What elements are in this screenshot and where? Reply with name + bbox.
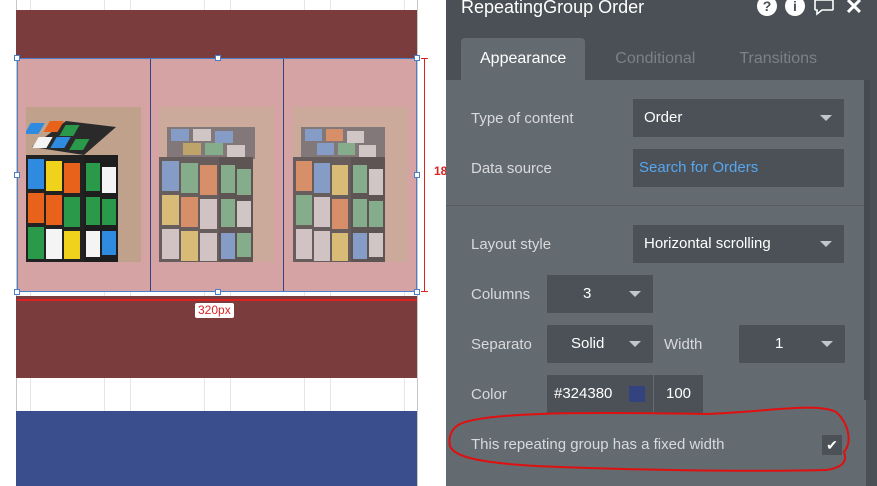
chevron-down-icon bbox=[629, 341, 641, 347]
cell-image[interactable] bbox=[293, 107, 408, 262]
resize-handle-bottom[interactable] bbox=[215, 289, 221, 295]
rubiks-cube-image bbox=[26, 107, 141, 262]
resize-handle-right[interactable] bbox=[414, 172, 420, 178]
height-measure-label: 18 bbox=[434, 164, 446, 178]
group-top-band[interactable] bbox=[16, 10, 417, 58]
resize-handle-bottom-right[interactable] bbox=[414, 289, 420, 295]
separator-style-value: Solid bbox=[571, 335, 605, 352]
chevron-down-icon bbox=[820, 115, 832, 121]
chevron-down-icon bbox=[820, 241, 832, 247]
resize-handle-bottom-left[interactable] bbox=[14, 289, 20, 295]
panel-tabs: Appearance Conditional Transitions bbox=[461, 38, 845, 80]
resize-handle-top-right[interactable] bbox=[414, 55, 420, 61]
info-icon[interactable]: i bbox=[785, 0, 805, 16]
separator-width-value: 1 bbox=[775, 335, 784, 352]
layout-style-value: Horizontal scrolling bbox=[644, 235, 771, 252]
width-measure-line bbox=[17, 299, 417, 301]
color-hex-value: #324380 bbox=[554, 385, 613, 402]
layout-style-dropdown[interactable]: Horizontal scrolling bbox=[633, 225, 844, 263]
panel-title: RepeatingGroup Order bbox=[461, 0, 645, 17]
data-source-field[interactable]: Search for Orders bbox=[633, 149, 844, 187]
type-of-content-label: Type of content bbox=[471, 110, 574, 127]
cell-separator bbox=[283, 59, 284, 291]
separator-width-label: Width bbox=[664, 336, 703, 353]
columns-value: 3 bbox=[583, 285, 592, 302]
resize-handle-top[interactable] bbox=[215, 55, 221, 61]
separator-width-dropdown[interactable]: 1 bbox=[739, 325, 845, 363]
type-of-content-value: Order bbox=[644, 109, 683, 126]
help-icon[interactable]: ? bbox=[757, 0, 777, 16]
checkmark-icon: ✔ bbox=[826, 436, 838, 453]
footer-blue-band[interactable] bbox=[16, 411, 417, 486]
color-opacity-input[interactable]: 100 bbox=[654, 375, 703, 413]
rubiks-cube-image bbox=[293, 107, 408, 262]
page-right-edge bbox=[417, 0, 418, 486]
resize-handle-top-left[interactable] bbox=[14, 55, 20, 61]
panel-header-icons: ? i ✕ bbox=[757, 0, 865, 19]
rubiks-cube-image bbox=[159, 107, 274, 262]
close-icon[interactable]: ✕ bbox=[843, 0, 865, 19]
tab-transitions[interactable]: Transitions bbox=[723, 38, 833, 80]
property-editor: RepeatingGroup Order ? i ✕ Appearance Co… bbox=[446, 0, 877, 486]
comment-icon[interactable] bbox=[813, 0, 835, 18]
section-divider bbox=[446, 205, 866, 206]
type-of-content-dropdown[interactable]: Order bbox=[633, 99, 844, 137]
color-label: Color bbox=[471, 386, 507, 403]
layout-style-label: Layout style bbox=[471, 236, 552, 253]
fixed-width-checkbox[interactable]: ✔ bbox=[822, 435, 842, 455]
appearance-section: Type of content Order Data source Search… bbox=[446, 80, 866, 486]
repeating-group-order[interactable] bbox=[17, 58, 417, 292]
separator-style-dropdown[interactable]: Solid bbox=[547, 325, 653, 363]
width-measure-label: 320px bbox=[195, 303, 234, 318]
cell-image[interactable] bbox=[26, 107, 141, 262]
tab-conditional[interactable]: Conditional bbox=[599, 38, 711, 80]
cell-separator bbox=[150, 59, 151, 291]
height-measure-line bbox=[421, 58, 428, 292]
resize-handle-left[interactable] bbox=[14, 172, 20, 178]
cell-image[interactable] bbox=[159, 107, 274, 262]
fixed-width-label: This repeating group has a fixed width bbox=[471, 436, 725, 453]
separator-label: Separato bbox=[471, 336, 532, 353]
color-picker[interactable]: #324380 bbox=[547, 375, 653, 413]
columns-label: Columns bbox=[471, 286, 531, 303]
panel-scrollbar[interactable] bbox=[864, 80, 870, 400]
editor-canvas[interactable]: 320px 18 bbox=[0, 0, 446, 486]
tab-appearance[interactable]: Appearance bbox=[461, 38, 586, 80]
chevron-down-icon bbox=[629, 291, 641, 297]
columns-dropdown[interactable]: 3 bbox=[547, 275, 653, 313]
chevron-down-icon bbox=[821, 341, 833, 347]
data-source-label: Data source bbox=[471, 160, 552, 177]
color-swatch[interactable] bbox=[629, 386, 645, 402]
